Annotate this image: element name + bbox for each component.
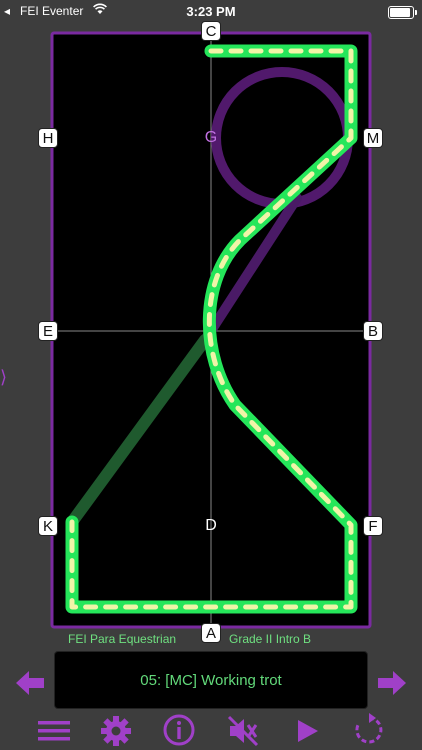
gear-icon[interactable] [98,712,134,748]
info-icon[interactable] [161,712,197,748]
previous-movement-button[interactable] [14,668,46,698]
movement-text: 05: [MC] Working trot [140,671,282,689]
test-name: FEI Para Equestrian Grade II Intro B [0,632,422,648]
arena-letter-b: B [363,321,383,341]
next-movement-button[interactable] [376,668,408,698]
arena-letter-c: C [201,21,221,41]
test-organization: FEI Para Equestrian [68,632,177,646]
side-drawer-handle[interactable]: ⟩ [0,367,7,388]
arena-letter-d: D [205,517,217,534]
arena-letter-g: G [204,129,218,146]
bottom-toolbar [0,712,422,750]
current-movement-display: 05: [MC] Working trot [54,651,368,709]
test-level: Grade II Intro B [229,632,312,646]
dressage-arena [50,31,372,629]
play-icon[interactable] [289,712,325,748]
arena-letter-e: E [38,321,58,341]
menu-icon[interactable] [36,712,72,748]
arena-letter-k: K [38,516,58,536]
arena-letter-h: H [38,128,58,148]
arena-letter-m: M [363,128,383,148]
arena-letter-f: F [363,516,383,536]
mute-icon[interactable] [225,712,261,748]
replay-icon[interactable] [351,712,387,748]
